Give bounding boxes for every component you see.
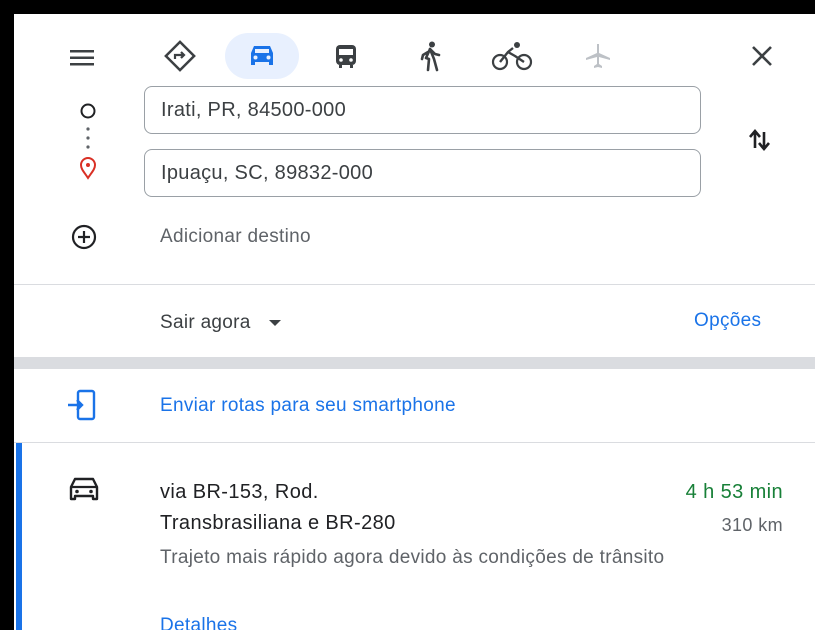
- route-via-line1: via BR-153, Rod.: [160, 481, 319, 503]
- menu-button[interactable]: [62, 38, 102, 78]
- swap-button[interactable]: [740, 120, 780, 160]
- cycling-icon: [491, 42, 533, 71]
- route-distance: 310 km: [721, 515, 783, 535]
- dropdown-arrow-icon: [268, 320, 281, 326]
- section-divider: [14, 357, 815, 369]
- send-to-phone-label: Enviar rotas para seu smartphone: [160, 395, 456, 416]
- destination-pin-icon: [79, 157, 97, 180]
- route-description: Trajeto mais rápido agora devido às cond…: [160, 547, 665, 568]
- route-markers: [79, 103, 97, 180]
- airplane-icon: [586, 44, 610, 68]
- add-destination-label: Adicionar destino: [160, 226, 311, 247]
- mode-car-button[interactable]: [225, 33, 299, 79]
- mode-walking-button[interactable]: [404, 32, 456, 80]
- send-to-phone-button[interactable]: Enviar rotas para seu smartphone: [62, 386, 762, 426]
- destination-input[interactable]: Ipuaçu, SC, 89832-000: [144, 149, 701, 197]
- origin-marker-icon: [80, 103, 96, 119]
- mode-best-route-button[interactable]: [154, 32, 206, 80]
- origin-input[interactable]: Irati, PR, 84500-000: [144, 86, 701, 134]
- options-link[interactable]: Opções: [694, 310, 761, 332]
- add-circle-icon: [71, 224, 97, 250]
- close-button[interactable]: [742, 36, 782, 76]
- close-icon: [752, 46, 772, 66]
- directions-diamond-icon: [164, 40, 196, 72]
- swap-arrows-icon: [749, 128, 770, 152]
- divider: [14, 284, 815, 285]
- mode-cycling-button[interactable]: [486, 32, 538, 80]
- selected-route-indicator: [16, 443, 22, 630]
- transit-icon: [336, 45, 356, 68]
- car-icon: [69, 477, 99, 501]
- mode-flight-button[interactable]: [572, 32, 624, 80]
- route-result-card[interactable]: via BR-153, Rod. Transbrasiliana e BR-28…: [14, 443, 815, 630]
- walking-icon: [420, 41, 441, 72]
- menu-icon: [70, 50, 94, 66]
- route-via-line2: Transbrasiliana e BR-280: [160, 512, 396, 534]
- details-link[interactable]: Detalhes: [160, 615, 237, 630]
- depart-time-label: Sair agora: [160, 312, 251, 333]
- depart-time-dropdown[interactable]: Sair agora: [160, 308, 287, 338]
- directions-panel: Irati, PR, 84500-000 Ipuaçu, SC, 89832-0…: [14, 14, 815, 630]
- add-destination-button[interactable]: Adicionar destino: [64, 217, 484, 257]
- route-duration: 4 h 53 min: [685, 481, 783, 503]
- mode-transit-button[interactable]: [320, 32, 372, 80]
- car-icon: [251, 46, 273, 65]
- send-to-phone-icon: [68, 389, 96, 421]
